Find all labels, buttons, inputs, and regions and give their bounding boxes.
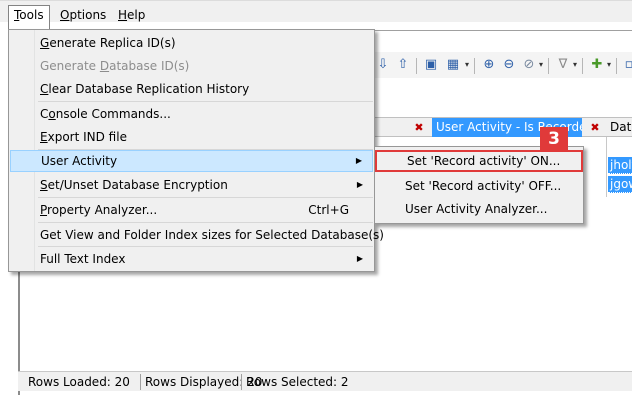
menu-options[interactable]: Options — [55, 6, 111, 28]
zoom-out-icon[interactable]: ⊖ — [500, 56, 518, 74]
table-row-cell[interactable]: jholt — [608, 157, 632, 174]
window-icon[interactable]: ▣ — [422, 56, 440, 74]
grid-column-divider — [606, 137, 607, 197]
submenu-item-activity-analyzer[interactable]: User Activity Analyzer... — [375, 198, 583, 220]
column-filter-icon[interactable]: ✖ — [588, 120, 602, 136]
status-bar: Rows Loaded: 20 Rows Displayed: 20 Rows … — [18, 371, 632, 391]
column-header-data[interactable]: Data — [608, 118, 632, 137]
toolbar-separator — [582, 58, 583, 74]
toolbar-separator — [474, 58, 475, 74]
submenu-arrow-icon: ▶ — [355, 156, 362, 165]
menu-tools[interactable]: Tools — [8, 5, 50, 30]
menu-item-full-text-index[interactable]: Full Text Index ▶ — [10, 248, 373, 270]
menu-separator — [38, 246, 373, 247]
toolbar-separator — [416, 58, 417, 74]
menu-item-generate-replica-ids[interactable]: Generate Replica ID(s) — [10, 32, 373, 54]
toolbar-separator — [548, 58, 549, 74]
menu-item-generate-database-ids: Generate Database ID(s) — [40, 59, 190, 73]
menu-item-clear-replication-history[interactable]: Clear Database Replication History — [10, 78, 373, 100]
menu-separator — [38, 222, 373, 223]
table-row-cell[interactable]: jgow — [608, 176, 632, 193]
submenu-item-record-activity-on[interactable]: Set 'Record activity' ON... — [375, 150, 583, 172]
export-icon[interactable]: ⇩ — [374, 56, 392, 74]
menu-separator — [38, 197, 373, 198]
toolbar: ⇩ ⇧ ▣ ▦ ▾ ⊕ ⊖ ⊘ ▾ ∇ ▾ ✚ ▾ ▫ — [372, 52, 632, 78]
chevron-down-icon[interactable]: ▾ — [572, 56, 578, 74]
more-icon[interactable]: ▫ — [620, 56, 632, 74]
step-badge: 3 — [540, 127, 568, 151]
menu-item-index-sizes[interactable]: Get View and Folder Index sizes for Sele… — [10, 224, 384, 246]
menu-separator — [38, 101, 373, 102]
zoom-in-icon[interactable]: ⊕ — [480, 56, 498, 74]
menu-item-database-encryption[interactable]: Set/Unset Database Encryption ▶ — [10, 174, 373, 196]
menu-item-property-analyzer[interactable]: Property Analyzer... Ctrl+G — [10, 199, 373, 221]
menu-bar-top-border — [0, 0, 632, 1]
status-rows-loaded: Rows Loaded: 20 — [28, 375, 130, 389]
chevron-down-icon[interactable]: ▾ — [538, 56, 544, 74]
submenu-arrow-icon: ▶ — [356, 180, 363, 189]
submenu-arrow-icon: ▶ — [356, 254, 363, 263]
import-icon[interactable]: ⇧ — [394, 56, 412, 74]
menu-help[interactable]: Help — [113, 6, 150, 28]
zoom-reset-icon[interactable]: ⊘ — [520, 56, 538, 74]
menu-item-user-activity[interactable]: User Activity ▶ — [10, 150, 373, 172]
column-filter-icon[interactable]: ✖ — [412, 120, 426, 136]
menu-item-export-ind-file[interactable]: Export IND file — [10, 126, 373, 148]
chevron-down-icon[interactable]: ▾ — [464, 56, 470, 74]
toolbar-separator — [616, 58, 617, 74]
menu-item-console-commands[interactable]: Console Commands... — [10, 103, 373, 125]
status-rows-selected: Rows Selected: 2 — [246, 375, 349, 389]
add-icon[interactable]: ✚ — [588, 56, 606, 74]
status-separator — [241, 374, 242, 390]
chevron-down-icon[interactable]: ▾ — [606, 56, 612, 74]
submenu-item-record-activity-off[interactable]: Set 'Record activity' OFF... — [375, 175, 583, 197]
grid-options-icon[interactable]: ▦ — [444, 56, 462, 74]
shortcut-label: Ctrl+G — [308, 203, 349, 217]
status-separator — [140, 374, 141, 390]
filter-icon[interactable]: ∇ — [554, 56, 572, 74]
toolbar-top-strip — [372, 30, 632, 36]
status-rows-displayed: Rows Displayed: 20 — [145, 375, 263, 389]
